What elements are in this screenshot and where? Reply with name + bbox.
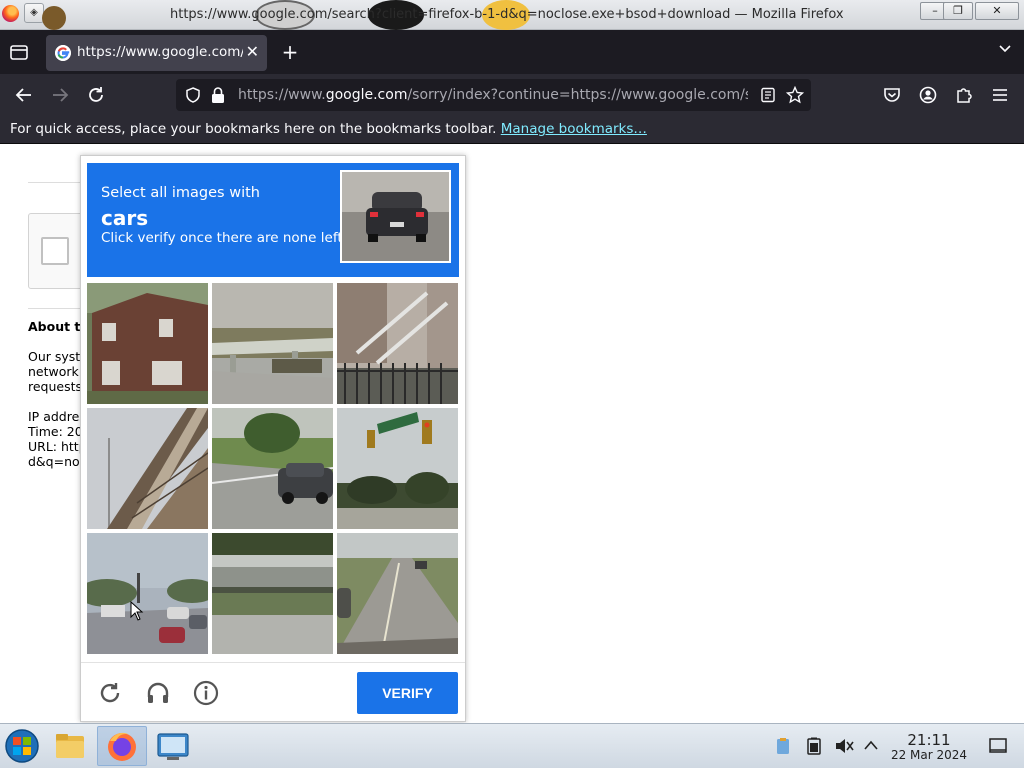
captcha-sample-image <box>340 170 451 263</box>
captcha-subprompt: Click verify once there are none left <box>101 230 343 246</box>
account-icon[interactable] <box>918 85 938 105</box>
bookmark-star-icon[interactable] <box>786 86 804 104</box>
captcha-tile-5[interactable] <box>212 408 333 529</box>
bookmarks-hint-text: For quick access, place your bookmarks h… <box>10 121 497 137</box>
tracking-protection-shield-icon[interactable] <box>184 86 202 104</box>
captcha-target-keyword: cars <box>101 206 149 230</box>
firefox-view-icon[interactable] <box>8 42 30 62</box>
list-all-tabs-icon[interactable] <box>998 44 1012 54</box>
captcha-tile-4[interactable] <box>87 408 208 529</box>
tile-house-image <box>87 283 208 404</box>
page-text-line: URL: http <box>28 439 87 454</box>
tile-car-on-road-image <box>212 408 333 529</box>
info-icon[interactable] <box>193 680 219 706</box>
close-window-button[interactable]: ✕ <box>975 2 1019 20</box>
lock-icon[interactable] <box>210 86 226 104</box>
maximize-button[interactable]: ❐ <box>943 2 973 20</box>
audio-challenge-headphones-icon[interactable] <box>145 680 171 706</box>
recaptcha-checkbox[interactable] <box>41 237 69 265</box>
volume-muted-icon[interactable] <box>834 737 854 755</box>
captcha-tile-7[interactable] <box>87 533 208 654</box>
recaptcha-widget[interactable] <box>28 213 88 289</box>
page-text-line: requests <box>28 379 83 394</box>
tile-traffic-light-image <box>337 408 458 529</box>
tile-intersection-image <box>87 533 208 654</box>
reader-view-icon[interactable] <box>760 87 776 103</box>
page-text-line: network. <box>28 364 83 379</box>
verify-button[interactable]: VERIFY <box>357 672 458 714</box>
firefox-icon <box>108 732 136 761</box>
window-titlebar: ◈ https://www.google.com/search?client=f… <box>0 0 1024 30</box>
captcha-tile-8[interactable] <box>212 533 333 654</box>
taskbar: 21:11 22 Mar 2024 <box>0 723 1024 768</box>
desktop-ornament-icon <box>42 6 66 30</box>
tab-strip: https://www.google.com/sorry/index?conti… <box>0 30 1024 74</box>
captcha-image-grid <box>87 283 459 655</box>
window-title: https://www.google.com/search?client=fir… <box>170 7 844 22</box>
captcha-tile-6[interactable] <box>337 408 458 529</box>
sample-car-image <box>342 172 449 261</box>
tile-bridge-image <box>212 283 333 404</box>
google-favicon-icon <box>55 45 71 61</box>
show-hidden-icons-chevron-icon[interactable] <box>863 739 879 751</box>
divider <box>28 308 88 309</box>
page-text-line: IP addres <box>28 409 86 424</box>
tile-street-image <box>337 533 458 654</box>
captcha-challenge-dialog: Select all images with cars Click verify… <box>80 155 466 722</box>
show-desktop-icon[interactable] <box>988 737 1008 755</box>
tile-guardrail-image <box>212 533 333 654</box>
reload-challenge-icon[interactable] <box>97 680 123 706</box>
back-arrow-icon[interactable] <box>14 85 34 105</box>
url-path: /sorry/index?continue=https://www.google… <box>407 87 748 103</box>
start-menu-icon[interactable] <box>2 726 42 766</box>
url-prefix: https://www. <box>238 87 326 103</box>
mouse-cursor-icon <box>130 601 144 621</box>
tile-overpass-image <box>87 408 208 529</box>
page-text-line: d&q=noc <box>28 454 87 469</box>
bookmarks-toolbar: For quick access, place your bookmarks h… <box>0 116 1024 144</box>
window-menu-button[interactable]: ◈ <box>24 3 44 23</box>
page-text-line: Time: 20 <box>28 424 83 439</box>
clock-time[interactable]: 21:11 <box>890 731 968 749</box>
tab-close-icon[interactable]: ✕ <box>246 42 259 61</box>
captcha-tile-3[interactable] <box>337 283 458 404</box>
tab-google-sorry[interactable]: https://www.google.com/sorry/index?conti… <box>46 35 267 71</box>
hamburger-menu-icon[interactable] <box>990 85 1010 105</box>
url-bar[interactable]: https://www.google.com/sorry/index?conti… <box>176 79 811 111</box>
captcha-prompt: Select all images with <box>101 185 260 201</box>
captcha-instructions-header: Select all images with cars Click verify… <box>87 163 459 277</box>
captcha-tile-9[interactable] <box>337 533 458 654</box>
url-domain: google.com <box>325 87 408 103</box>
captcha-tile-2[interactable] <box>212 283 333 404</box>
manage-bookmarks-link[interactable]: Manage bookmarks… <box>501 121 647 137</box>
firefox-logo-icon <box>2 5 19 22</box>
battery-tray-icon[interactable] <box>805 737 823 755</box>
page-text-line: Our syste <box>28 349 88 364</box>
bookmarks-hint: For quick access, place your bookmarks h… <box>10 121 647 137</box>
forward-arrow-icon[interactable] <box>50 85 70 105</box>
extensions-puzzle-icon[interactable] <box>954 85 974 105</box>
system-monitor-icon[interactable] <box>153 726 193 766</box>
new-tab-button[interactable]: + <box>280 40 300 64</box>
tab-label: https://www.google.com/sorry/index?conti… <box>77 44 243 60</box>
divider <box>28 182 88 183</box>
reload-icon[interactable] <box>86 85 106 105</box>
clipboard-tray-icon[interactable] <box>774 737 792 755</box>
file-manager-folder-icon[interactable] <box>50 726 90 766</box>
pocket-icon[interactable] <box>882 85 902 105</box>
url-text[interactable]: https://www.google.com/sorry/index?conti… <box>238 87 748 103</box>
clock-date[interactable]: 22 Mar 2024 <box>884 748 974 762</box>
tile-stairs-image <box>337 283 458 404</box>
taskbar-firefox-active[interactable] <box>97 726 147 766</box>
captcha-footer: VERIFY <box>81 662 465 721</box>
captcha-tile-1[interactable] <box>87 283 208 404</box>
navigation-bar: https://www.google.com/sorry/index?conti… <box>0 74 1024 116</box>
